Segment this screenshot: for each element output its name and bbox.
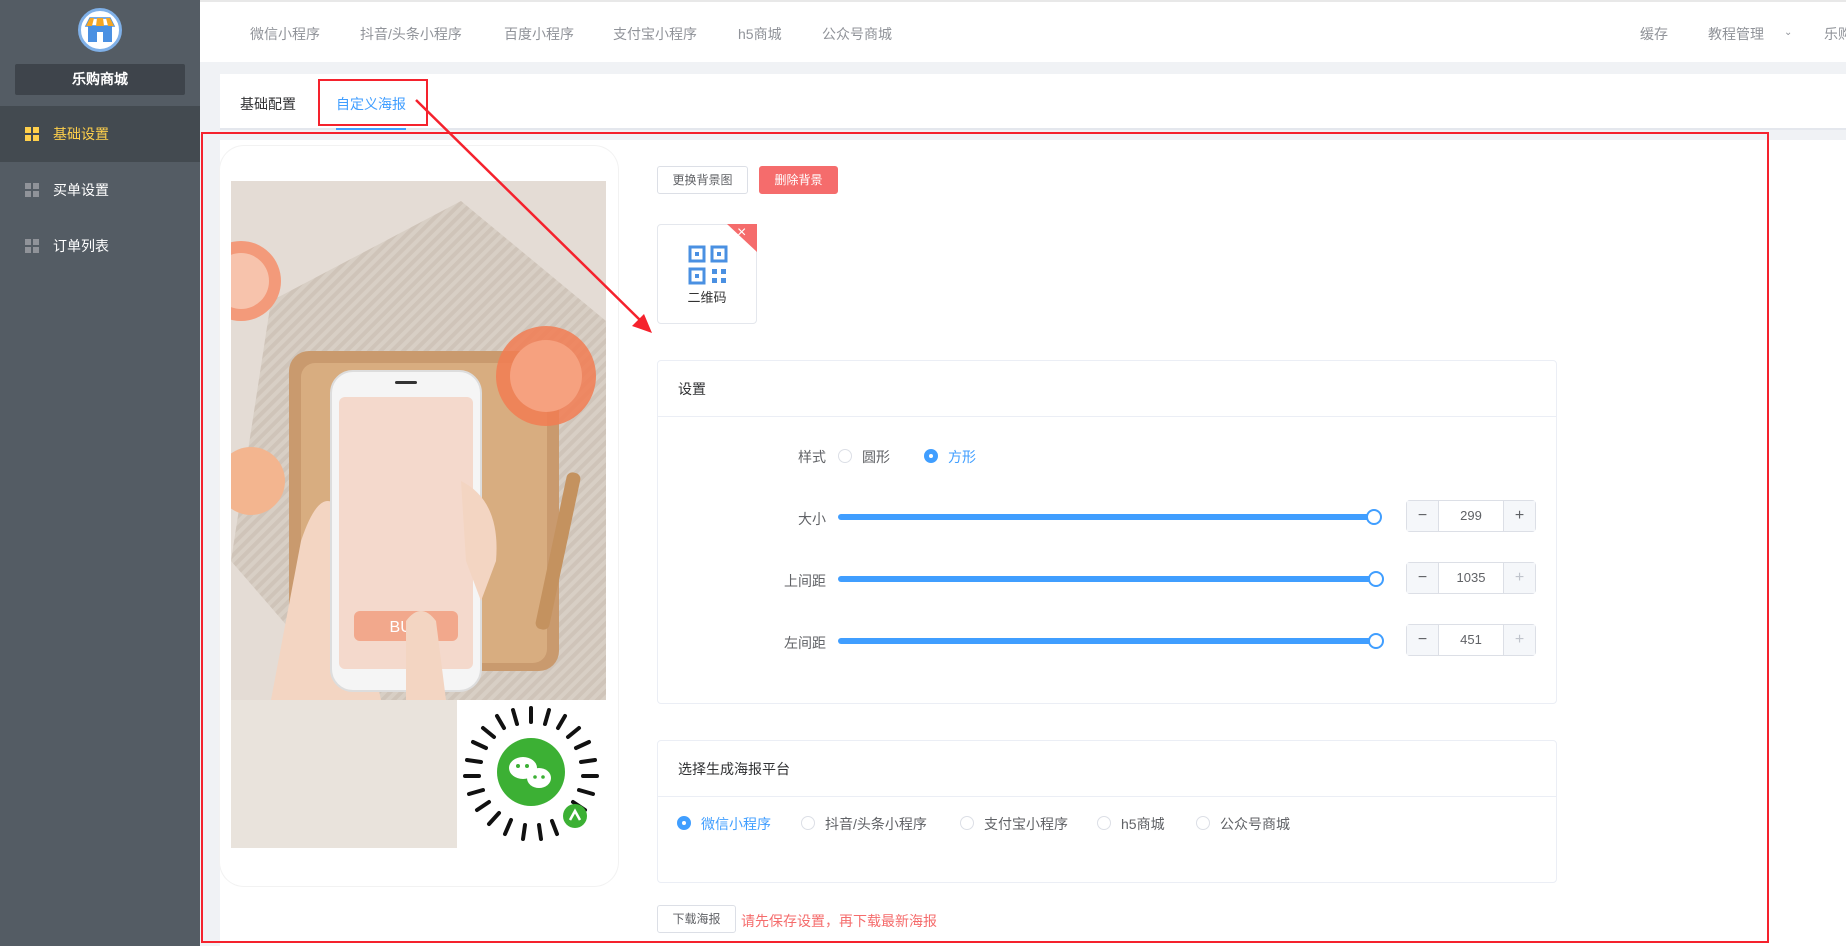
- annotation-arrow: [415, 99, 652, 333]
